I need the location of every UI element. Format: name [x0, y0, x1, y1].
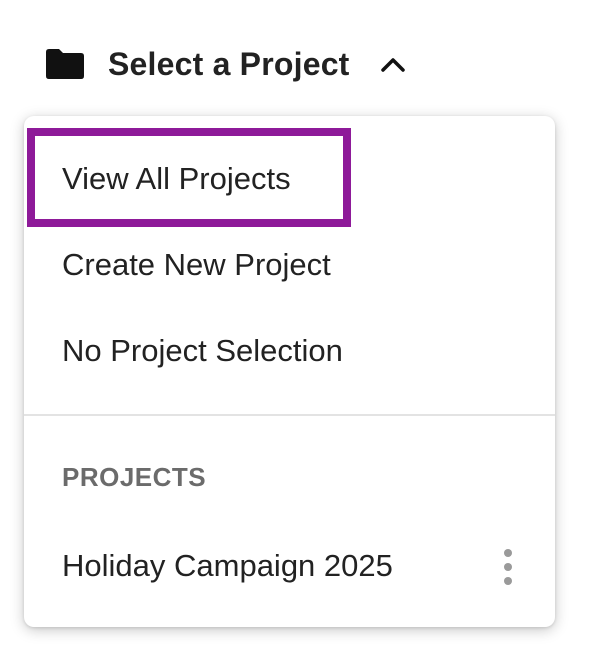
projects-section-header: PROJECTS — [62, 462, 207, 492]
no-project-selection-item[interactable]: No Project Selection — [24, 308, 555, 394]
project-item-holiday-campaign-2025[interactable]: Holiday Campaign 2025 — [24, 523, 555, 609]
menu-item-label: View All Projects — [62, 161, 291, 196]
chevron-up-icon[interactable] — [380, 55, 406, 73]
project-selector[interactable]: Select a Project — [44, 40, 406, 88]
create-new-project-item[interactable]: Create New Project — [24, 222, 555, 308]
more-vertical-icon[interactable] — [499, 549, 517, 585]
project-name: Holiday Campaign 2025 — [62, 548, 393, 583]
selector-label: Select a Project — [108, 45, 350, 82]
view-all-projects-item[interactable]: View All Projects — [24, 136, 555, 222]
menu-item-label: Create New Project — [62, 247, 331, 282]
folder-icon — [44, 48, 86, 80]
menu-divider — [24, 414, 555, 416]
project-dropdown-menu: View All Projects Create New Project No … — [24, 116, 555, 627]
menu-item-label: No Project Selection — [62, 333, 343, 368]
